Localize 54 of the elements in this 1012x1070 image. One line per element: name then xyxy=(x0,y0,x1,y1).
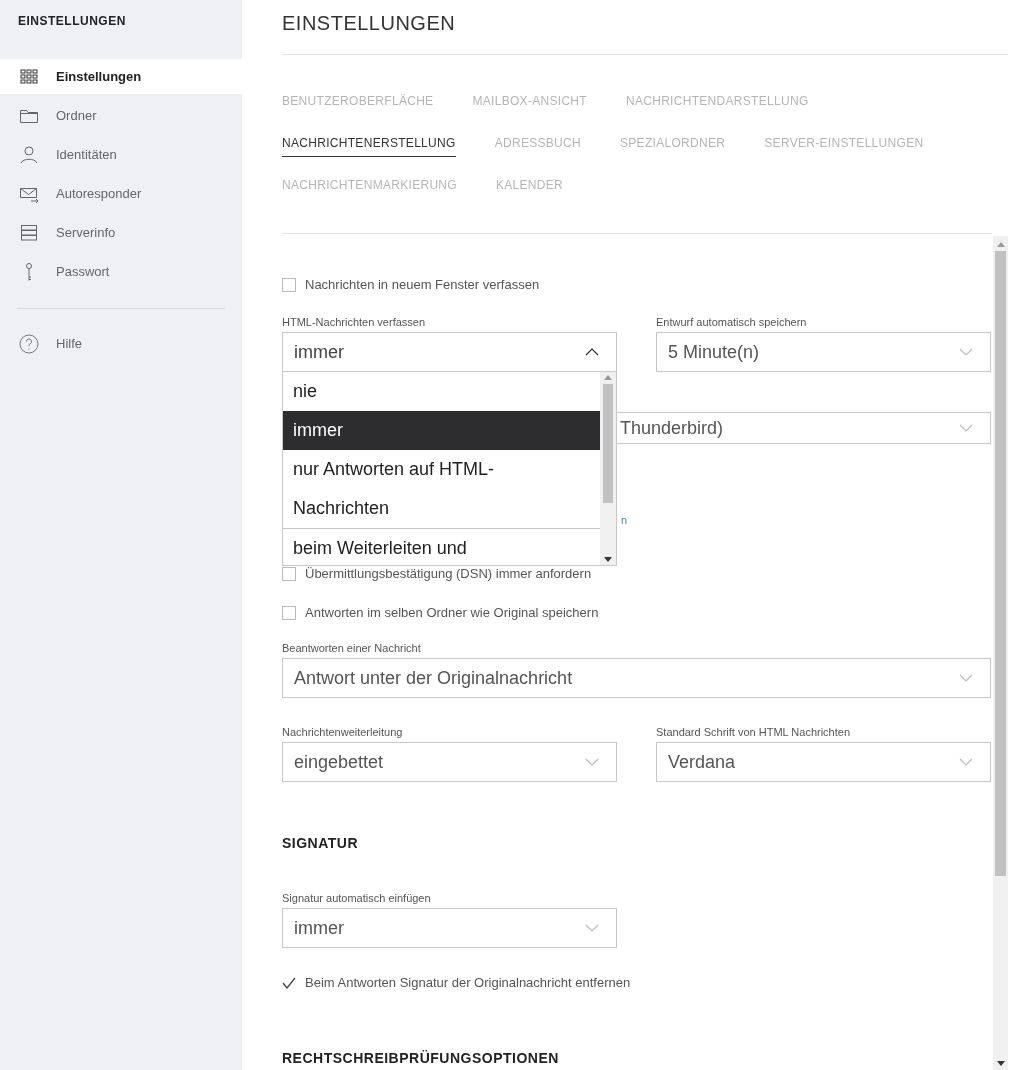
field-label: Nachrichtenweiterleitung xyxy=(282,725,404,739)
field-label: Signatur automatisch einfügen xyxy=(282,891,432,905)
sidebar-item[interactable]: Identitäten xyxy=(0,137,242,172)
select-field[interactable]: immer xyxy=(282,908,617,948)
sidebar-item[interactable]: Serverinfo xyxy=(0,215,242,250)
checkbox[interactable] xyxy=(282,278,296,292)
help-icon xyxy=(19,333,39,354)
scrollbar-thumb[interactable] xyxy=(995,251,1006,876)
sidebar-item[interactable]: Einstellungen xyxy=(0,59,242,94)
select-field[interactable]: Antwort unter der Originalnachricht xyxy=(282,658,991,698)
checkmark-icon[interactable] xyxy=(282,977,296,989)
chevron-up-icon xyxy=(584,347,600,357)
select-field[interactable]: Thunderbird) xyxy=(617,412,991,444)
checkbox-label: Beim Antworten Signatur der Originalnachricht entfernen xyxy=(305,974,631,993)
select-field[interactable]: eingebettet xyxy=(282,742,617,782)
field-label: HTML-Nachrichten verfassen xyxy=(282,315,427,329)
sidebar-item[interactable]: Ordner xyxy=(0,98,242,133)
sidebar-title: EINSTELLUNGEN xyxy=(17,13,127,30)
server-icon xyxy=(19,222,39,243)
grid-icon xyxy=(19,66,39,87)
sidebar-item[interactable]: Hilfe xyxy=(0,326,242,361)
select-field[interactable]: immer xyxy=(282,332,617,372)
checkbox-label: Übermittlungsbestätigung (DSN) immer anfordern xyxy=(305,565,592,584)
select-field[interactable]: Verdana xyxy=(656,742,991,782)
section-heading: SIGNATUR xyxy=(282,835,359,851)
page-title: EINSTELLUNGEN xyxy=(282,0,1008,55)
arrow-up-icon[interactable] xyxy=(604,375,612,380)
select-field[interactable]: 5 Minute(n) xyxy=(656,332,991,372)
checkbox[interactable] xyxy=(282,567,296,581)
checkbox[interactable] xyxy=(282,606,296,620)
chevron-down-icon xyxy=(958,757,974,767)
arrow-up-icon[interactable] xyxy=(996,242,1005,247)
arrow-down-icon[interactable] xyxy=(996,1061,1005,1066)
scrollbar[interactable] xyxy=(993,236,1008,1070)
link[interactable]: n xyxy=(621,514,628,526)
checkbox-label: Nachrichten in neuem Fenster verfassen xyxy=(305,276,540,295)
person-icon xyxy=(19,144,39,165)
sidebar-item[interactable]: Passwort xyxy=(0,254,242,289)
dropdown-option[interactable]: immer xyxy=(283,411,600,450)
chevron-down-icon xyxy=(958,347,974,357)
field-label: Beantworten einer Nachricht xyxy=(282,641,422,655)
scrollbar[interactable] xyxy=(600,372,616,565)
section-heading: RECHTSCHREIBPRÜFUNGSOPTIONEN xyxy=(282,1050,559,1066)
arrow-down-icon[interactable] xyxy=(604,557,612,562)
sidebar-item[interactable]: Autoresponder xyxy=(0,176,242,211)
checkbox-label: Antworten im selben Ordner wie Original speichern xyxy=(305,604,599,623)
chevron-down-icon xyxy=(584,757,600,767)
tab[interactable]: NACHRICHTENERSTELLUNG xyxy=(282,134,456,157)
scrollbar-thumb[interactable] xyxy=(603,384,613,503)
field-label: Entwurf automatisch speichern xyxy=(656,315,808,329)
chevron-down-icon xyxy=(584,923,600,933)
chevron-down-icon xyxy=(958,673,974,683)
chevron-down-icon xyxy=(958,423,974,433)
field-label: Standard Schrift von HTML Nachrichten xyxy=(656,725,851,739)
